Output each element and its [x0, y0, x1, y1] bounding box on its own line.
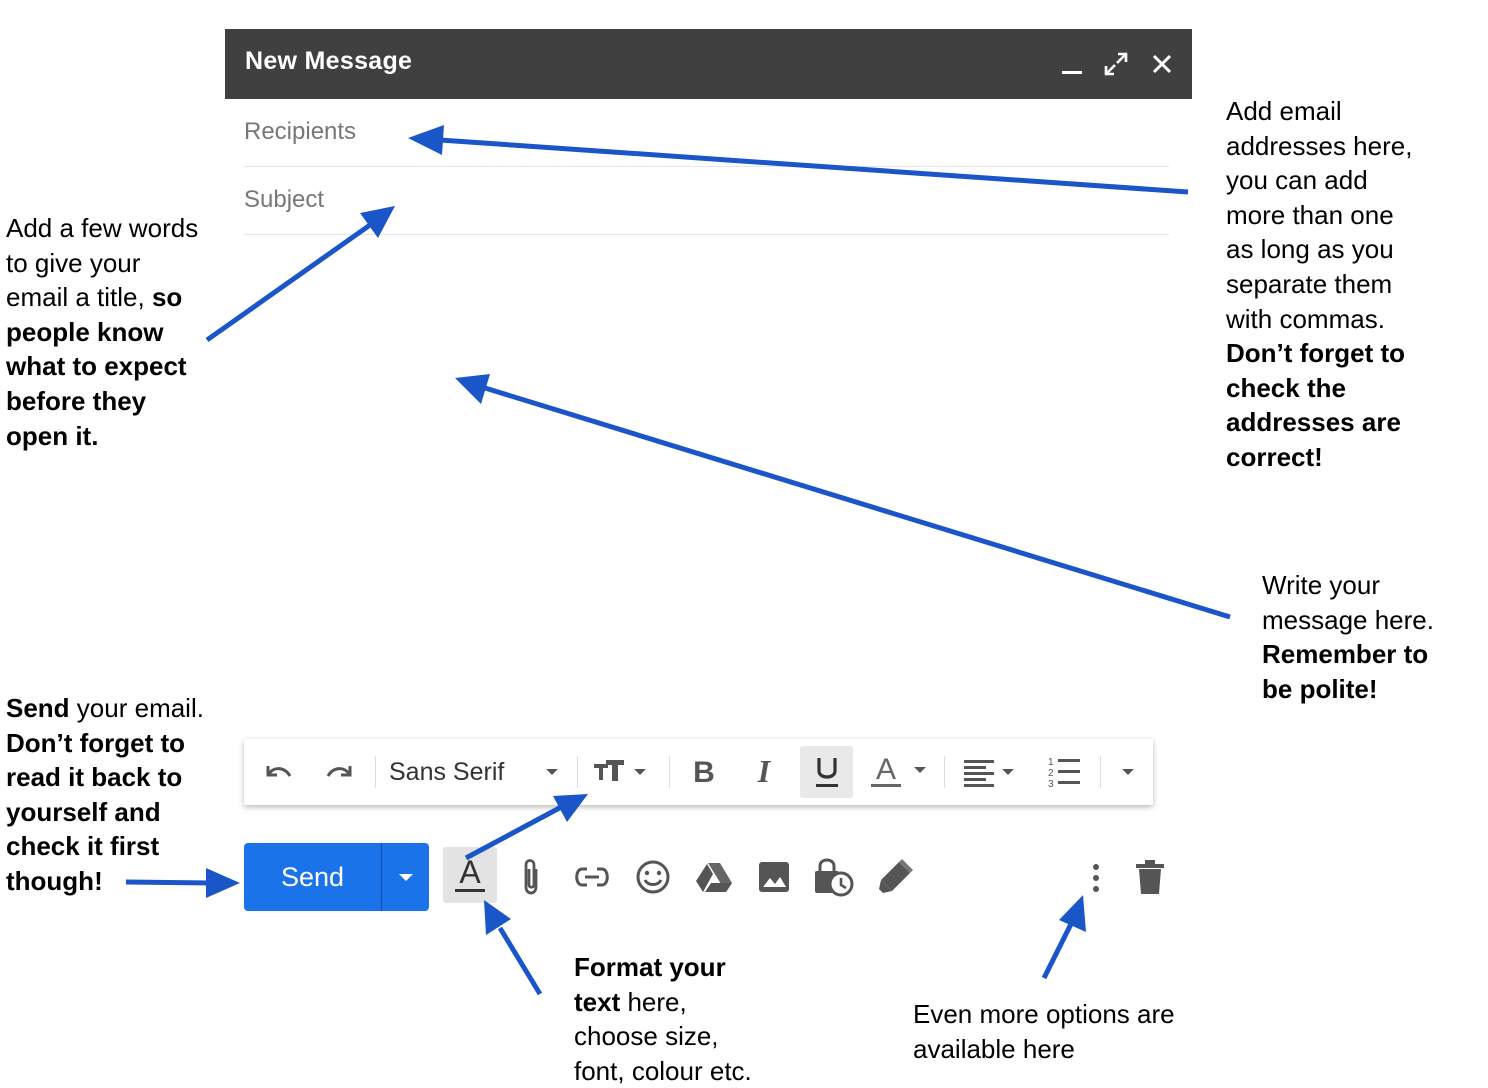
annotation-message: Write your message here. Remember to be …	[1262, 570, 1434, 704]
annotation-subject: Add a few words to give your email a tit…	[6, 213, 199, 451]
arrow-to-format-button	[497, 926, 543, 996]
annotation-send: Send your email. Don’t forget to read it…	[6, 693, 204, 896]
arrow-to-more-options	[1041, 920, 1075, 980]
arrowhead-format-button	[484, 900, 511, 935]
annotation-recipients: Add email addresses here, you can add mo…	[1226, 96, 1413, 472]
arrowhead-recipients	[408, 125, 444, 155]
arrowhead-subject	[360, 206, 395, 238]
arrowhead-message	[455, 374, 490, 404]
arrow-to-message	[484, 385, 1231, 620]
arrowhead-send	[206, 868, 240, 898]
annotation-more-options: Even more options are available here	[913, 999, 1175, 1064]
arrow-to-toolbar	[464, 802, 567, 861]
arrow-to-recipients	[439, 137, 1189, 195]
annotation-format: Format your text here, choose size, font…	[574, 952, 752, 1086]
arrow-to-subject	[205, 222, 372, 343]
